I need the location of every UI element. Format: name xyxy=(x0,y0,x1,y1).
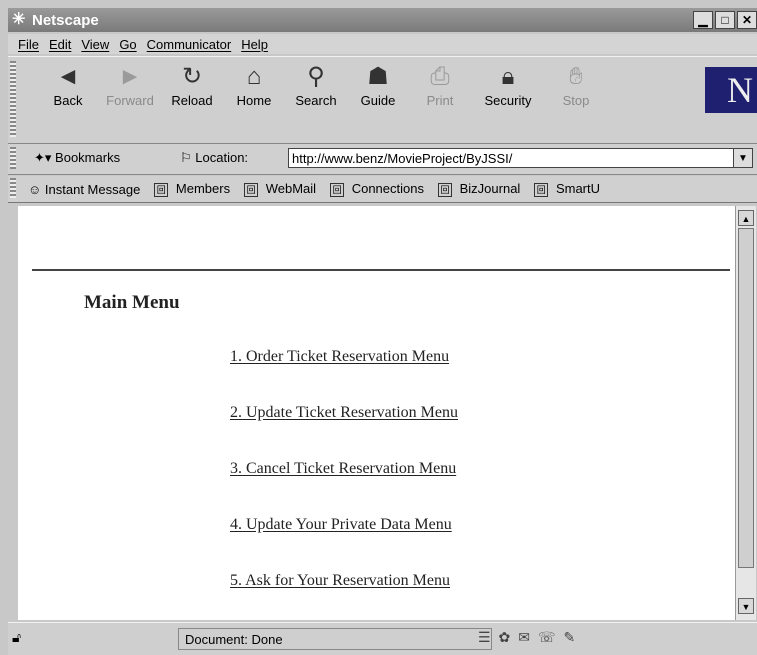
bookmark-page-icon: 回 xyxy=(244,182,259,197)
link-update-ticket[interactable]: 2. Update Ticket Reservation Menu xyxy=(230,404,458,422)
guide-label: Guide xyxy=(360,93,396,108)
location-label-group: ⚐ Location: xyxy=(180,150,248,166)
minimize-button[interactable]: ▁ xyxy=(693,11,713,29)
netscape-logo[interactable]: N xyxy=(705,67,757,113)
menu-file[interactable]: File xyxy=(18,37,39,52)
horizontal-rule xyxy=(32,269,730,271)
home-icon: ⌂ xyxy=(246,63,262,90)
bizjournal-button[interactable]: 回 BizJournal xyxy=(437,181,521,197)
bookmarks-button[interactable]: ✦▾ Bookmarks xyxy=(34,150,120,166)
title-bar: ✳ Netscape ▁ □ ✕ xyxy=(8,8,757,32)
security-button[interactable]: 🔒︎ Security xyxy=(478,63,538,108)
security-label: Security xyxy=(484,93,532,108)
close-button[interactable]: ✕ xyxy=(737,11,757,29)
status-bar: 🔓︎ Document: Done ☰✿✉☏✎ xyxy=(8,622,757,655)
component-bar-icons[interactable]: ☰✿✉☏✎ xyxy=(478,629,583,646)
menu-view[interactable]: View xyxy=(81,37,109,52)
stop-icon: ✋︎ xyxy=(569,63,583,90)
bookmark-page-icon: 回 xyxy=(330,182,345,197)
home-button[interactable]: ⌂ Home xyxy=(224,63,284,108)
instant-message-label: Instant Message xyxy=(44,181,141,197)
scroll-down-button[interactable]: ▼ xyxy=(738,598,754,614)
search-icon: ⚲ xyxy=(307,63,325,90)
url-dropdown-button[interactable]: ▼ xyxy=(733,148,753,168)
security-lock-icon[interactable]: 🔓︎ xyxy=(12,629,21,646)
connections-label: Connections xyxy=(351,181,424,197)
bizjournal-label: BizJournal xyxy=(459,181,521,197)
maximize-button[interactable]: □ xyxy=(715,11,735,29)
guide-button[interactable]: ☗ Guide xyxy=(348,63,408,108)
link-order-ticket[interactable]: 1. Order Ticket Reservation Menu xyxy=(230,348,449,366)
location-toolbar: ✦▾ Bookmarks ⚐ Location: http://www.benz… xyxy=(8,144,757,175)
stop-button[interactable]: ✋︎ Stop xyxy=(546,63,606,108)
personal-toolbar: ☺ Instant Message 回 Members 回 WebMail 回 … xyxy=(8,176,757,203)
reload-button[interactable]: ↻ Reload xyxy=(162,63,222,108)
stop-label: Stop xyxy=(562,93,590,108)
menu-help[interactable]: Help xyxy=(241,37,268,52)
search-label: Search xyxy=(295,93,337,108)
back-button[interactable]: ◄ Back xyxy=(38,63,98,108)
personal-grip[interactable] xyxy=(10,178,16,198)
webmail-label: WebMail xyxy=(265,181,317,197)
window-title: Netscape xyxy=(32,11,99,29)
link-ask-reservation[interactable]: 5. Ask for Your Reservation Menu xyxy=(230,572,450,590)
scroll-up-button[interactable]: ▲ xyxy=(738,210,754,226)
scroll-thumb[interactable] xyxy=(738,228,754,568)
menu-edit[interactable]: Edit xyxy=(49,37,71,52)
smartu-label: SmartU xyxy=(555,181,600,197)
menu-go[interactable]: Go xyxy=(119,37,136,52)
forward-arrow-icon: ► xyxy=(118,63,142,90)
navigation-toolbar: ◄ Back ► Forward ↻ Reload ⌂ Home ⚲ Searc… xyxy=(8,56,757,144)
print-label: Print xyxy=(426,93,454,108)
print-icon: ⎙ xyxy=(430,63,450,90)
browser-window: ✳ Netscape ▁ □ ✕ File Edit View Go Commu… xyxy=(0,0,757,655)
security-icon: 🔒︎ xyxy=(501,63,515,90)
reload-label: Reload xyxy=(171,93,213,108)
bookmark-page-icon: 回 xyxy=(534,182,549,197)
members-button[interactable]: 回 Members xyxy=(154,181,230,197)
home-label: Home xyxy=(236,93,272,108)
reload-icon: ↻ xyxy=(181,63,203,90)
connections-button[interactable]: 回 Connections xyxy=(330,181,424,197)
location-icon: ⚐ xyxy=(180,150,192,165)
webmail-button[interactable]: 回 WebMail xyxy=(244,181,316,197)
location-grip[interactable] xyxy=(10,147,16,169)
print-button[interactable]: ⎙ Print xyxy=(410,63,470,108)
bookmark-page-icon: 回 xyxy=(154,182,169,197)
netscape-app-icon: ✳ xyxy=(12,11,26,28)
forward-label: Forward xyxy=(106,93,154,108)
menu-communicator[interactable]: Communicator xyxy=(147,37,232,52)
url-field[interactable]: http://www.benz/MovieProject/ByJSSI/ xyxy=(288,148,733,168)
members-label: Members xyxy=(175,181,231,197)
bookmark-page-icon: 回 xyxy=(437,182,452,197)
page-content: Main Menu 1. Order Ticket Reservation Me… xyxy=(18,206,735,620)
vertical-scrollbar[interactable]: ▲ ▼ xyxy=(735,206,756,620)
status-message: Document: Done xyxy=(178,628,492,650)
location-label: Location: xyxy=(195,150,249,165)
forward-button[interactable]: ► Forward xyxy=(100,63,160,108)
people-icon: ☺ xyxy=(28,181,42,197)
guide-icon: ☗ xyxy=(367,63,389,90)
window-controls: ▁ □ ✕ xyxy=(693,11,757,29)
back-arrow-icon: ◄ xyxy=(56,63,80,90)
smartu-button[interactable]: 回 SmartU xyxy=(534,181,600,197)
toolbar-grip[interactable] xyxy=(10,61,16,137)
bookmarks-label: Bookmarks xyxy=(55,150,121,165)
back-label: Back xyxy=(53,93,83,108)
bookmarks-icon: ✦▾ xyxy=(34,150,52,165)
link-update-private-data[interactable]: 4. Update Your Private Data Menu xyxy=(230,516,452,534)
page-title: Main Menu xyxy=(84,292,180,313)
menu-bar: File Edit View Go Communicator Help xyxy=(8,34,757,54)
instant-message-button[interactable]: ☺ Instant Message xyxy=(28,182,140,197)
search-button[interactable]: ⚲ Search xyxy=(286,63,346,108)
link-cancel-ticket[interactable]: 3. Cancel Ticket Reservation Menu xyxy=(230,460,456,478)
